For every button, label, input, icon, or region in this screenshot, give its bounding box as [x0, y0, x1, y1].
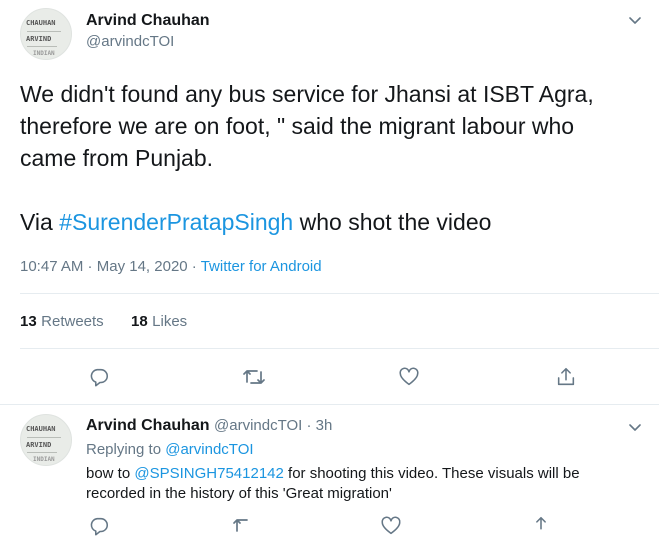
avatar-line: [27, 452, 57, 453]
tweet-time[interactable]: 10:47 AM: [20, 258, 83, 275]
reply-text-line: bow to @SPSINGH75412142 for shooting thi…: [86, 464, 651, 484]
chevron-down-icon[interactable]: [627, 12, 643, 28]
likes-count: 18: [131, 313, 148, 330]
avatar-line: [27, 31, 61, 32]
reply-header: Arvind Chauhan @arvindcTOI · 3h: [86, 417, 332, 435]
retweet-icon[interactable]: [232, 515, 256, 537]
retweet-icon[interactable]: [242, 366, 266, 388]
hashtag-link[interactable]: #SurenderPratapSingh: [59, 209, 293, 235]
reply-author-name[interactable]: Arvind Chauhan: [86, 417, 210, 434]
replying-prefix: Replying to: [86, 441, 166, 458]
tweet-text-line: We didn't found any bus service for Jhan…: [20, 81, 594, 107]
via-prefix: Via: [20, 209, 60, 235]
retweets-label: Retweets: [41, 313, 104, 330]
separator: ·: [83, 258, 97, 275]
tweet-meta: 10:47 AM · May 14, 2020 · Twitter for An…: [20, 258, 322, 275]
mention-link[interactable]: @SPSINGH75412142: [134, 465, 283, 482]
retweets-count: 13: [20, 313, 37, 330]
reply-text: bow to @SPSINGH75412142 for shooting thi…: [86, 464, 651, 504]
avatar-text-bottom: INDIAN: [33, 456, 55, 463]
share-icon[interactable]: [530, 515, 552, 537]
tweet-via-line: Via #SurenderPratapSingh who shot the vi…: [20, 206, 650, 238]
divider: [0, 404, 659, 405]
avatar-text-top: CHAUHAN: [26, 425, 56, 433]
reply-text-line: recorded in the history of this 'Great m…: [86, 485, 392, 502]
retweets-stat[interactable]: 13 Retweets: [20, 313, 104, 331]
separator: ·: [302, 417, 316, 434]
divider: [20, 293, 659, 294]
author-name[interactable]: Arvind Chauhan: [86, 12, 210, 30]
likes-stat[interactable]: 18 Likes: [131, 313, 187, 331]
like-icon[interactable]: [380, 515, 402, 537]
tweet-date[interactable]: May 14, 2020: [97, 258, 188, 275]
tweet-text-line: came from Punjab.: [20, 145, 214, 171]
chevron-down-icon[interactable]: [627, 419, 643, 435]
replying-handle-link[interactable]: @arvindcTOI: [165, 441, 253, 458]
avatar-text-bottom: INDIAN: [33, 50, 55, 57]
replying-to: Replying to @arvindcTOI: [86, 441, 254, 458]
avatar-text-mid: ARVIND: [26, 35, 52, 43]
tweet-text-line: therefore we are on foot, " said the mig…: [20, 113, 575, 139]
via-suffix: who shot the video: [293, 209, 492, 235]
reply-author-handle[interactable]: @arvindcTOI: [214, 417, 302, 434]
reply-icon[interactable]: [88, 515, 110, 537]
author-handle[interactable]: @arvindcTOI: [86, 33, 174, 50]
source-link[interactable]: Twitter for Android: [201, 258, 322, 275]
like-icon[interactable]: [398, 366, 420, 388]
avatar-line: [27, 46, 57, 47]
divider: [20, 348, 659, 349]
reply-suffix: for shooting this video. These visuals w…: [283, 465, 580, 482]
avatar-text-mid: ARVIND: [26, 441, 52, 449]
tweet-text: We didn't found any bus service for Jhan…: [20, 78, 650, 238]
reply-time[interactable]: 3h: [316, 417, 333, 434]
likes-label: Likes: [152, 313, 188, 330]
reply-avatar[interactable]: CHAUHAN ARVIND INDIAN: [20, 414, 72, 466]
reply-icon[interactable]: [88, 366, 110, 388]
separator: ·: [187, 258, 201, 275]
share-icon[interactable]: [555, 366, 577, 388]
reply-prefix: bow to: [86, 465, 135, 482]
avatar-text-top: CHAUHAN: [26, 19, 56, 27]
avatar[interactable]: CHAUHAN ARVIND INDIAN: [20, 8, 72, 60]
avatar-line: [27, 437, 61, 438]
